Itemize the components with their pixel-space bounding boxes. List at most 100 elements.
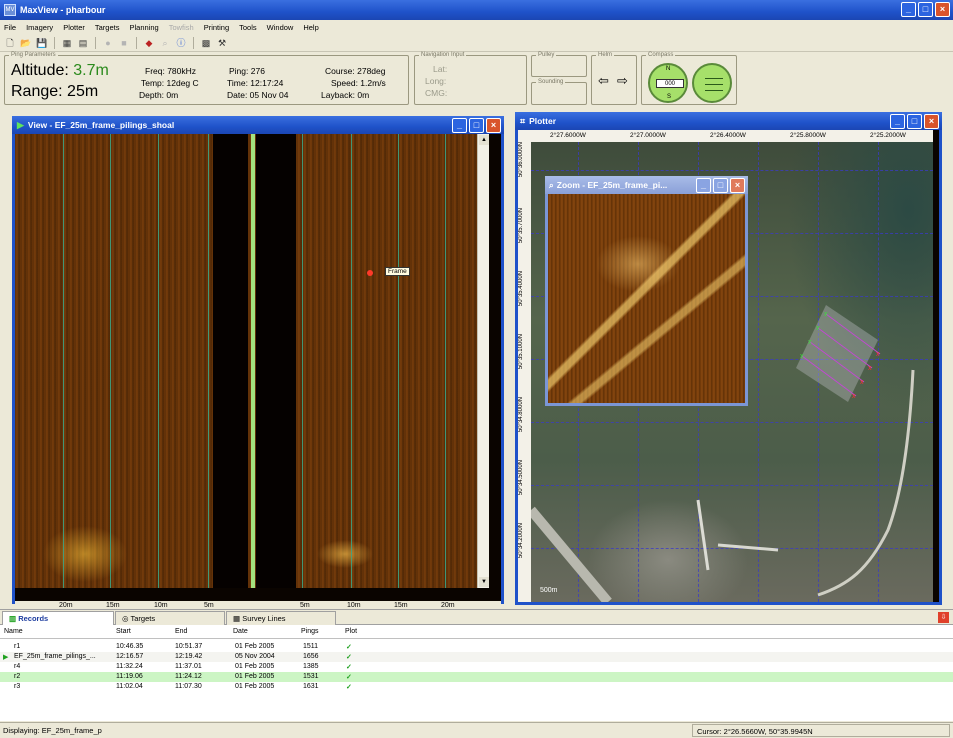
sonar-view-title: View - EF_25m_frame_pilings_shoal	[27, 120, 175, 130]
helm-left-icon[interactable]: ⇦	[598, 73, 609, 89]
maximize-button[interactable]: □	[918, 2, 933, 17]
maximize-button[interactable]: □	[469, 118, 484, 133]
time-readout: Time: 12:17:24	[227, 78, 284, 88]
cell-end: 11:37.01	[175, 663, 202, 670]
lon-tick: 2°27.0000W	[630, 132, 666, 139]
col-end[interactable]: End	[175, 628, 187, 635]
open-folder-icon[interactable]: 📂	[20, 37, 32, 49]
long-label: Long:	[425, 76, 447, 86]
col-name[interactable]: Name	[4, 628, 23, 635]
table-row[interactable]: r1 10:46.35 10:51.37 01 Feb 2005 1511 ✓	[0, 642, 953, 652]
sonar-image[interactable]: Frame ▲ ▼	[15, 134, 489, 588]
zoom-window[interactable]: ⌕ Zoom - EF_25m_frame_pi... _ □ ×	[545, 176, 748, 406]
plot-checkbox[interactable]: ✓	[346, 653, 352, 661]
menu-plotter[interactable]: Plotter	[63, 23, 85, 32]
instrument-ribbon: Ping Parameters Altitude: 3.7m Range: 25…	[0, 52, 953, 106]
menu-imagery[interactable]: Imagery	[26, 23, 53, 32]
status-displaying: Displaying: EF_25m_frame_p	[3, 726, 102, 735]
menu-targets[interactable]: Targets	[95, 23, 120, 32]
scroll-up-icon[interactable]: ▲	[479, 135, 489, 145]
menu-help[interactable]: Help	[303, 23, 318, 32]
close-button[interactable]: ×	[935, 2, 950, 17]
close-button[interactable]: ×	[486, 118, 501, 133]
search-icon: ⌕	[162, 37, 168, 48]
menu-towfish: Towfish	[168, 22, 194, 32]
tools-icon[interactable]: ⚒	[216, 37, 228, 49]
cell-name: r4	[14, 663, 21, 670]
menu-window[interactable]: Window	[267, 23, 294, 32]
target-marker-icon[interactable]: ◆	[143, 37, 155, 49]
tab-targets[interactable]: ◎ Targets	[115, 611, 225, 625]
toolbar: 🗋 📂 💾 ▦ ▤ ● ■ ◆ ⌕ ⓘ ▩ ⚒	[0, 34, 953, 52]
table-row[interactable]: ▶ EF_25m_frame_pilings_... 12:16.57 12:1…	[0, 652, 953, 662]
plot-checkbox[interactable]: ✓	[346, 663, 352, 671]
plotter-caption: ⌗ Plotter _ □ ×	[515, 112, 942, 130]
minimize-button[interactable]: _	[696, 178, 711, 193]
tab-label: Survey Lines	[242, 614, 286, 623]
plot-checkbox[interactable]: ✓	[346, 673, 352, 681]
export-icon[interactable]: ▤	[77, 37, 89, 49]
tab-records[interactable]: ▥ Records	[2, 611, 114, 625]
target-marker[interactable]	[367, 270, 373, 276]
info-icon[interactable]: ⓘ	[175, 37, 187, 49]
tab-survey-lines[interactable]: ▦ Survey Lines	[226, 611, 336, 625]
cell-name: r1	[14, 643, 21, 650]
cell-date: 01 Feb 2005	[235, 643, 275, 650]
cell-pings: 1511	[303, 643, 319, 650]
col-date[interactable]: Date	[233, 628, 248, 635]
scale-bar-label: 500m	[540, 587, 558, 594]
range-gridline	[351, 134, 352, 588]
table-row[interactable]: r2 11:19.06 11:24.12 01 Feb 2005 1531 ✓	[0, 672, 953, 682]
target-label[interactable]: Frame	[385, 267, 410, 276]
course-readout: Course: 278deg	[325, 66, 386, 76]
play-icon[interactable]: ▶	[17, 120, 24, 131]
cell-pings: 1385	[303, 663, 319, 670]
zoom-image[interactable]	[548, 194, 745, 403]
cell-start: 11:19.06	[116, 673, 143, 680]
vertical-scrollbar[interactable]: ▲ ▼	[477, 134, 489, 588]
cell-start: 10:46.35	[116, 643, 144, 650]
close-button[interactable]: ×	[730, 178, 745, 193]
lon-tick: 2°27.6000W	[550, 132, 586, 139]
ruler-tick: 10m	[154, 602, 168, 609]
maximize-button[interactable]: □	[907, 114, 922, 129]
records-tabbar: ▥ Records ◎ Targets ▦ Survey Lines ⇩	[0, 610, 953, 625]
tab-label: Records	[18, 614, 49, 623]
plot-checkbox[interactable]: ✓	[346, 683, 352, 691]
sonar-view-window[interactable]: ▶ View - EF_25m_frame_pilings_shoal _ □ …	[12, 116, 504, 613]
scroll-down-icon[interactable]: ▼	[479, 577, 489, 587]
lat-label: Lat:	[433, 64, 448, 74]
maximize-button[interactable]: □	[713, 178, 728, 193]
minimize-button[interactable]: _	[901, 2, 916, 17]
layers-icon[interactable]: ▩	[200, 37, 212, 49]
new-file-icon[interactable]: 🗋	[4, 37, 16, 49]
col-start[interactable]: Start	[116, 628, 131, 635]
cell-name: r2	[14, 673, 21, 680]
plot-checkbox[interactable]: ✓	[346, 643, 352, 651]
table-row[interactable]: r3 11:02.04 11:07.30 01 Feb 2005 1631 ✓	[0, 682, 953, 692]
range-gridline	[398, 134, 399, 588]
minimize-button[interactable]: _	[452, 118, 467, 133]
minimize-button[interactable]: _	[890, 114, 905, 129]
import-icon[interactable]: ▦	[61, 37, 73, 49]
cell-date: 01 Feb 2005	[235, 683, 275, 690]
ruler-tick: 15m	[394, 602, 408, 609]
ruler-tick: 20m	[59, 602, 73, 609]
helm-right-icon[interactable]: ⇨	[617, 73, 628, 89]
menu-printing[interactable]: Printing	[204, 23, 229, 32]
save-icon[interactable]: 💾	[36, 37, 48, 49]
lat-tick: 50°34.5000N	[518, 460, 524, 496]
close-panel-icon[interactable]: ⇩	[938, 612, 949, 623]
lon-tick: 2°26.4000W	[710, 132, 746, 139]
depth-readout: Depth: 0m	[139, 90, 179, 100]
table-row[interactable]: r4 11:32.24 11:37.01 01 Feb 2005 1385 ✓	[0, 662, 953, 672]
menu-planning[interactable]: Planning	[129, 23, 158, 32]
col-plot[interactable]: Plot	[345, 628, 357, 635]
range-label: Range:	[11, 83, 63, 100]
range-gridline	[110, 134, 111, 588]
col-pings[interactable]: Pings	[301, 628, 319, 635]
close-button[interactable]: ×	[924, 114, 939, 129]
menu-file[interactable]: File	[4, 23, 16, 32]
cell-pings: 1531	[303, 673, 319, 680]
menu-tools[interactable]: Tools	[239, 23, 257, 32]
